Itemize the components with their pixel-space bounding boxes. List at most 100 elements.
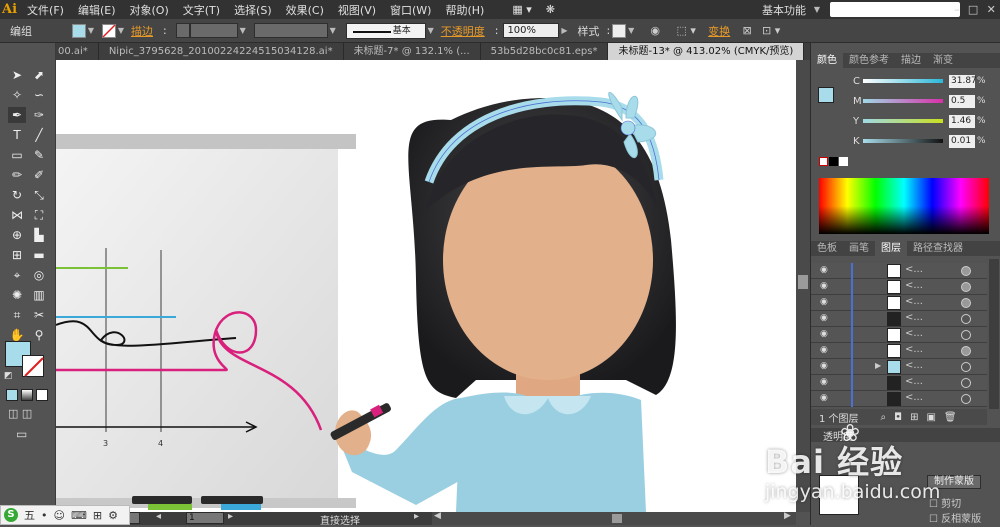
ime-mode-label[interactable]: 五 [24,507,35,523]
punctuation-icon[interactable]: • [41,509,48,522]
stroke-weight-stepper[interactable] [175,23,190,38]
fill-swatch[interactable] [72,23,86,38]
scale-tool-icon[interactable]: ⤡ [30,187,48,203]
workspace-switcher[interactable]: 基本功能 ▼ [762,0,960,19]
line-tool-icon[interactable]: ╱ [30,127,48,143]
tab-color-guide[interactable]: 颜色参考 [843,53,895,68]
artboard-prev-icon[interactable]: ◂ [156,511,161,522]
rectangle-tool-icon[interactable]: ▭ [8,147,26,163]
artwork[interactable]: 3 4 [56,60,796,512]
slider-yellow[interactable]: Y 1.46 % [819,114,999,128]
brush-definition-select[interactable]: 基本 [345,22,426,39]
slider-black[interactable]: K 0.01 % [819,134,999,148]
tab-pathfinder[interactable]: 路径查找器 [907,241,969,256]
recolor-artwork-icon[interactable]: ◉ [646,23,664,39]
layer-row[interactable]: ◉ <... [811,343,987,359]
artboard-page-field[interactable]: 1 [186,512,224,524]
tab-document-active[interactable]: 未标题-13* @ 413.02% (CMYK/预览) [608,43,805,60]
chevron-right-icon[interactable]: ▶ [559,24,569,38]
align-options-icon[interactable]: ⬚ ▾ [676,23,695,39]
yellow-value[interactable]: 1.46 [949,114,975,128]
chevron-down-icon[interactable]: ▼ [86,24,96,38]
eye-icon[interactable]: ◉ [820,281,832,293]
sogou-icon[interactable]: S [4,508,18,522]
menu-effect[interactable]: 效果(C) [286,2,324,18]
minimize-button[interactable]: – [954,3,960,16]
chevron-down-icon[interactable]: ▼ [116,24,126,38]
lasso-tool-icon[interactable]: ∽ [30,87,48,103]
search-input[interactable] [830,2,960,17]
layer-row[interactable]: ◉ <... [811,263,987,279]
paintbrush-tool-icon[interactable]: ✎ [30,147,48,163]
blend-tool-icon[interactable]: ◎ [30,267,48,283]
layer-scrollbar[interactable] [989,259,999,409]
layer-row[interactable]: ◉ <... [811,375,987,391]
expand-triangle-icon[interactable]: ▶ [875,361,881,370]
menu-view[interactable]: 视图(V) [338,2,376,18]
gradient-mode-icon[interactable] [21,389,33,401]
variable-width-profile[interactable] [253,23,328,38]
draw-mode-icon[interactable]: ◫ ◫ [8,407,32,420]
keyboard-icon[interactable]: ⌨ [71,509,87,522]
tab-document-2[interactable]: Nipic_3795628_20100224224515034128.ai* [99,43,344,60]
scroll-thumb[interactable] [612,514,622,523]
emoji-icon[interactable]: ☺ [54,509,65,522]
tab-document-1[interactable]: 00.ai* [56,43,99,60]
eye-icon[interactable]: ◉ [820,265,832,277]
symbol-sprayer-tool-icon[interactable]: ✺ [8,287,26,303]
eye-icon[interactable]: ◉ [820,329,832,341]
opacity-field[interactable]: 100% [503,23,560,38]
stroke-link[interactable]: 描边 [131,23,153,39]
tab-document-4[interactable]: 53b5d28bc0c81.eps* [481,43,609,60]
type-tool-icon[interactable]: T [8,127,26,143]
scroll-thumb[interactable] [798,275,808,289]
slice-tool-icon[interactable]: ✂ [30,307,48,323]
artboard-next-icon[interactable]: ▸ [228,511,233,522]
menu-window[interactable]: 窗口(W) [390,2,431,18]
menu-select[interactable]: 选择(S) [234,2,272,18]
eye-icon[interactable]: ◉ [820,393,832,405]
stroke-color-box[interactable] [22,355,44,377]
graphic-style-swatch[interactable] [612,23,627,38]
direct-selection-tool-icon[interactable]: ⬈ [30,67,48,83]
none-color-swatch[interactable] [819,157,828,166]
tab-swatches[interactable]: 色板 [811,241,843,256]
selection-tool-icon[interactable]: ➤ [8,67,26,83]
chevron-down-icon[interactable]: ▼ [328,24,338,38]
tab-color[interactable]: 颜色 [811,53,843,68]
curvature-tool-icon[interactable]: ✑ [30,107,48,123]
settings-icon[interactable]: ⚙ [108,509,118,522]
gpu-icon[interactable]: ❋ [546,3,555,16]
free-transform-tool-icon[interactable]: ⛶ [30,207,48,223]
menu-file[interactable]: 文件(F) [27,2,64,18]
menu-object[interactable]: 对象(O) [130,2,169,18]
layer-row[interactable]: ◉ <... [811,295,987,311]
white-color-swatch[interactable] [839,157,848,166]
layer-row[interactable]: ◉ <... [811,279,987,295]
shape-builder-tool-icon[interactable]: ⊕ [8,227,26,243]
black-value[interactable]: 0.01 [949,134,975,148]
none-mode-icon[interactable] [36,389,48,401]
color-spectrum[interactable] [819,178,989,234]
eye-icon[interactable]: ◉ [820,361,832,373]
opacity-link[interactable]: 不透明度 [441,23,485,39]
chevron-down-icon[interactable]: ▼ [238,24,248,38]
layer-row[interactable]: ◉ <... [811,391,987,407]
eyedropper-tool-icon[interactable]: ⌖ [8,267,26,283]
gradient-tool-icon[interactable]: ▬ [30,247,48,263]
scroll-left-icon[interactable]: ◀ [434,511,441,521]
tab-brushes[interactable]: 画笔 [843,241,875,256]
arrange-documents-icon[interactable]: ▦ ▾ [512,3,531,16]
chevron-down-icon[interactable]: ▼ [626,24,636,38]
cyan-value[interactable]: 31.87 [949,74,977,88]
column-graph-tool-icon[interactable]: ▥ [30,287,48,303]
black-color-swatch[interactable] [829,157,838,166]
layer-row[interactable]: ◉ <... [811,327,987,343]
horizontal-scrollbar[interactable]: ◀ ▶ [432,511,796,525]
eye-icon[interactable]: ◉ [820,297,832,309]
isolate-group-icon[interactable]: ⊠ [738,23,756,39]
pencil-tool-icon[interactable]: ✏ [8,167,26,183]
width-tool-icon[interactable]: ⋈ [8,207,26,223]
perspective-grid-tool-icon[interactable]: ▙ [30,227,48,243]
stroke-swatch[interactable] [102,23,116,38]
